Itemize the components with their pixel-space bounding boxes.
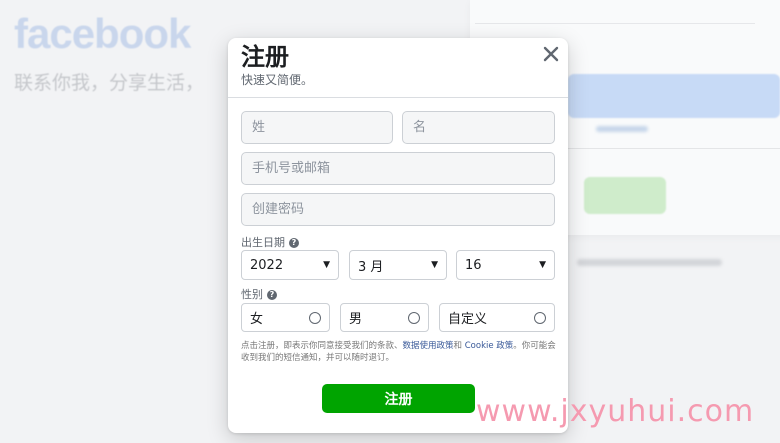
tagline: 联系你我，分享生活， [14, 72, 205, 94]
gender-option-label: 女 [250, 312, 264, 327]
signup-submit-button[interactable]: 注册 [322, 384, 475, 413]
login-password-field [475, 4, 755, 24]
birth-day-select[interactable]: 16 ▼ [456, 250, 555, 280]
birthday-label-text: 出生日期 [241, 236, 285, 249]
create-page-note [577, 259, 722, 266]
phone-or-email-input[interactable] [241, 152, 555, 185]
radio-button[interactable] [534, 311, 546, 324]
gender-option-label: 男 [349, 312, 363, 327]
login-divider [568, 148, 780, 149]
cookie-policy-link[interactable]: Cookie 政策 [465, 341, 514, 351]
gender-label: 性别 ? [241, 288, 277, 302]
gender-label-text: 性别 [241, 288, 263, 301]
gender-option-female[interactable]: 女 [241, 303, 330, 332]
close-icon [543, 46, 559, 62]
terms-notice: 点击注册，即表示你同意接受我们的条款、数据使用政策和 Cookie 政策。你可能… [241, 340, 557, 364]
chevron-down-icon: ▼ [539, 260, 546, 270]
facebook-logo: facebook [14, 10, 191, 57]
modal-subtitle: 快速又简便。 [241, 73, 314, 87]
birth-day-value: 16 [465, 257, 482, 273]
password-input[interactable] [241, 193, 555, 226]
radio-button[interactable] [309, 311, 321, 324]
last-name-input[interactable] [241, 111, 393, 144]
chevron-down-icon: ▼ [431, 260, 438, 270]
gender-option-custom[interactable]: 自定义 [439, 303, 555, 332]
close-button[interactable] [540, 43, 562, 65]
birth-year-value: 2022 [250, 257, 284, 273]
signup-modal: 注册 快速又简便。 出生日期 ? 2022 ▼ 3 月 ▼ 16 ▼ 性别 ? … [228, 38, 568, 433]
birth-month-value: 3 月 [358, 259, 384, 275]
question-mark-icon[interactable]: ? [289, 238, 299, 248]
birth-year-select[interactable]: 2022 ▼ [241, 250, 339, 280]
first-name-input[interactable] [402, 111, 555, 144]
chevron-down-icon: ▼ [323, 260, 330, 270]
modal-title: 注册 [241, 43, 289, 71]
gender-option-male[interactable]: 男 [340, 303, 429, 332]
watermark: www.jxyuhui.com [476, 394, 755, 429]
modal-header: 注册 快速又简便。 [228, 38, 568, 98]
radio-button[interactable] [408, 311, 420, 324]
gender-option-label: 自定义 [448, 312, 488, 327]
question-mark-icon[interactable]: ? [267, 290, 277, 300]
create-account-button [584, 177, 666, 214]
terms-and: 和 [453, 341, 465, 351]
forgot-password-link [596, 126, 648, 132]
data-policy-link[interactable]: 数据使用政策 [403, 341, 454, 351]
birth-month-select[interactable]: 3 月 ▼ [349, 250, 447, 280]
login-button [568, 74, 780, 118]
birthday-label: 出生日期 ? [241, 236, 299, 250]
terms-prefix: 点击注册，即表示你同意接受我们的条款、 [241, 341, 403, 351]
